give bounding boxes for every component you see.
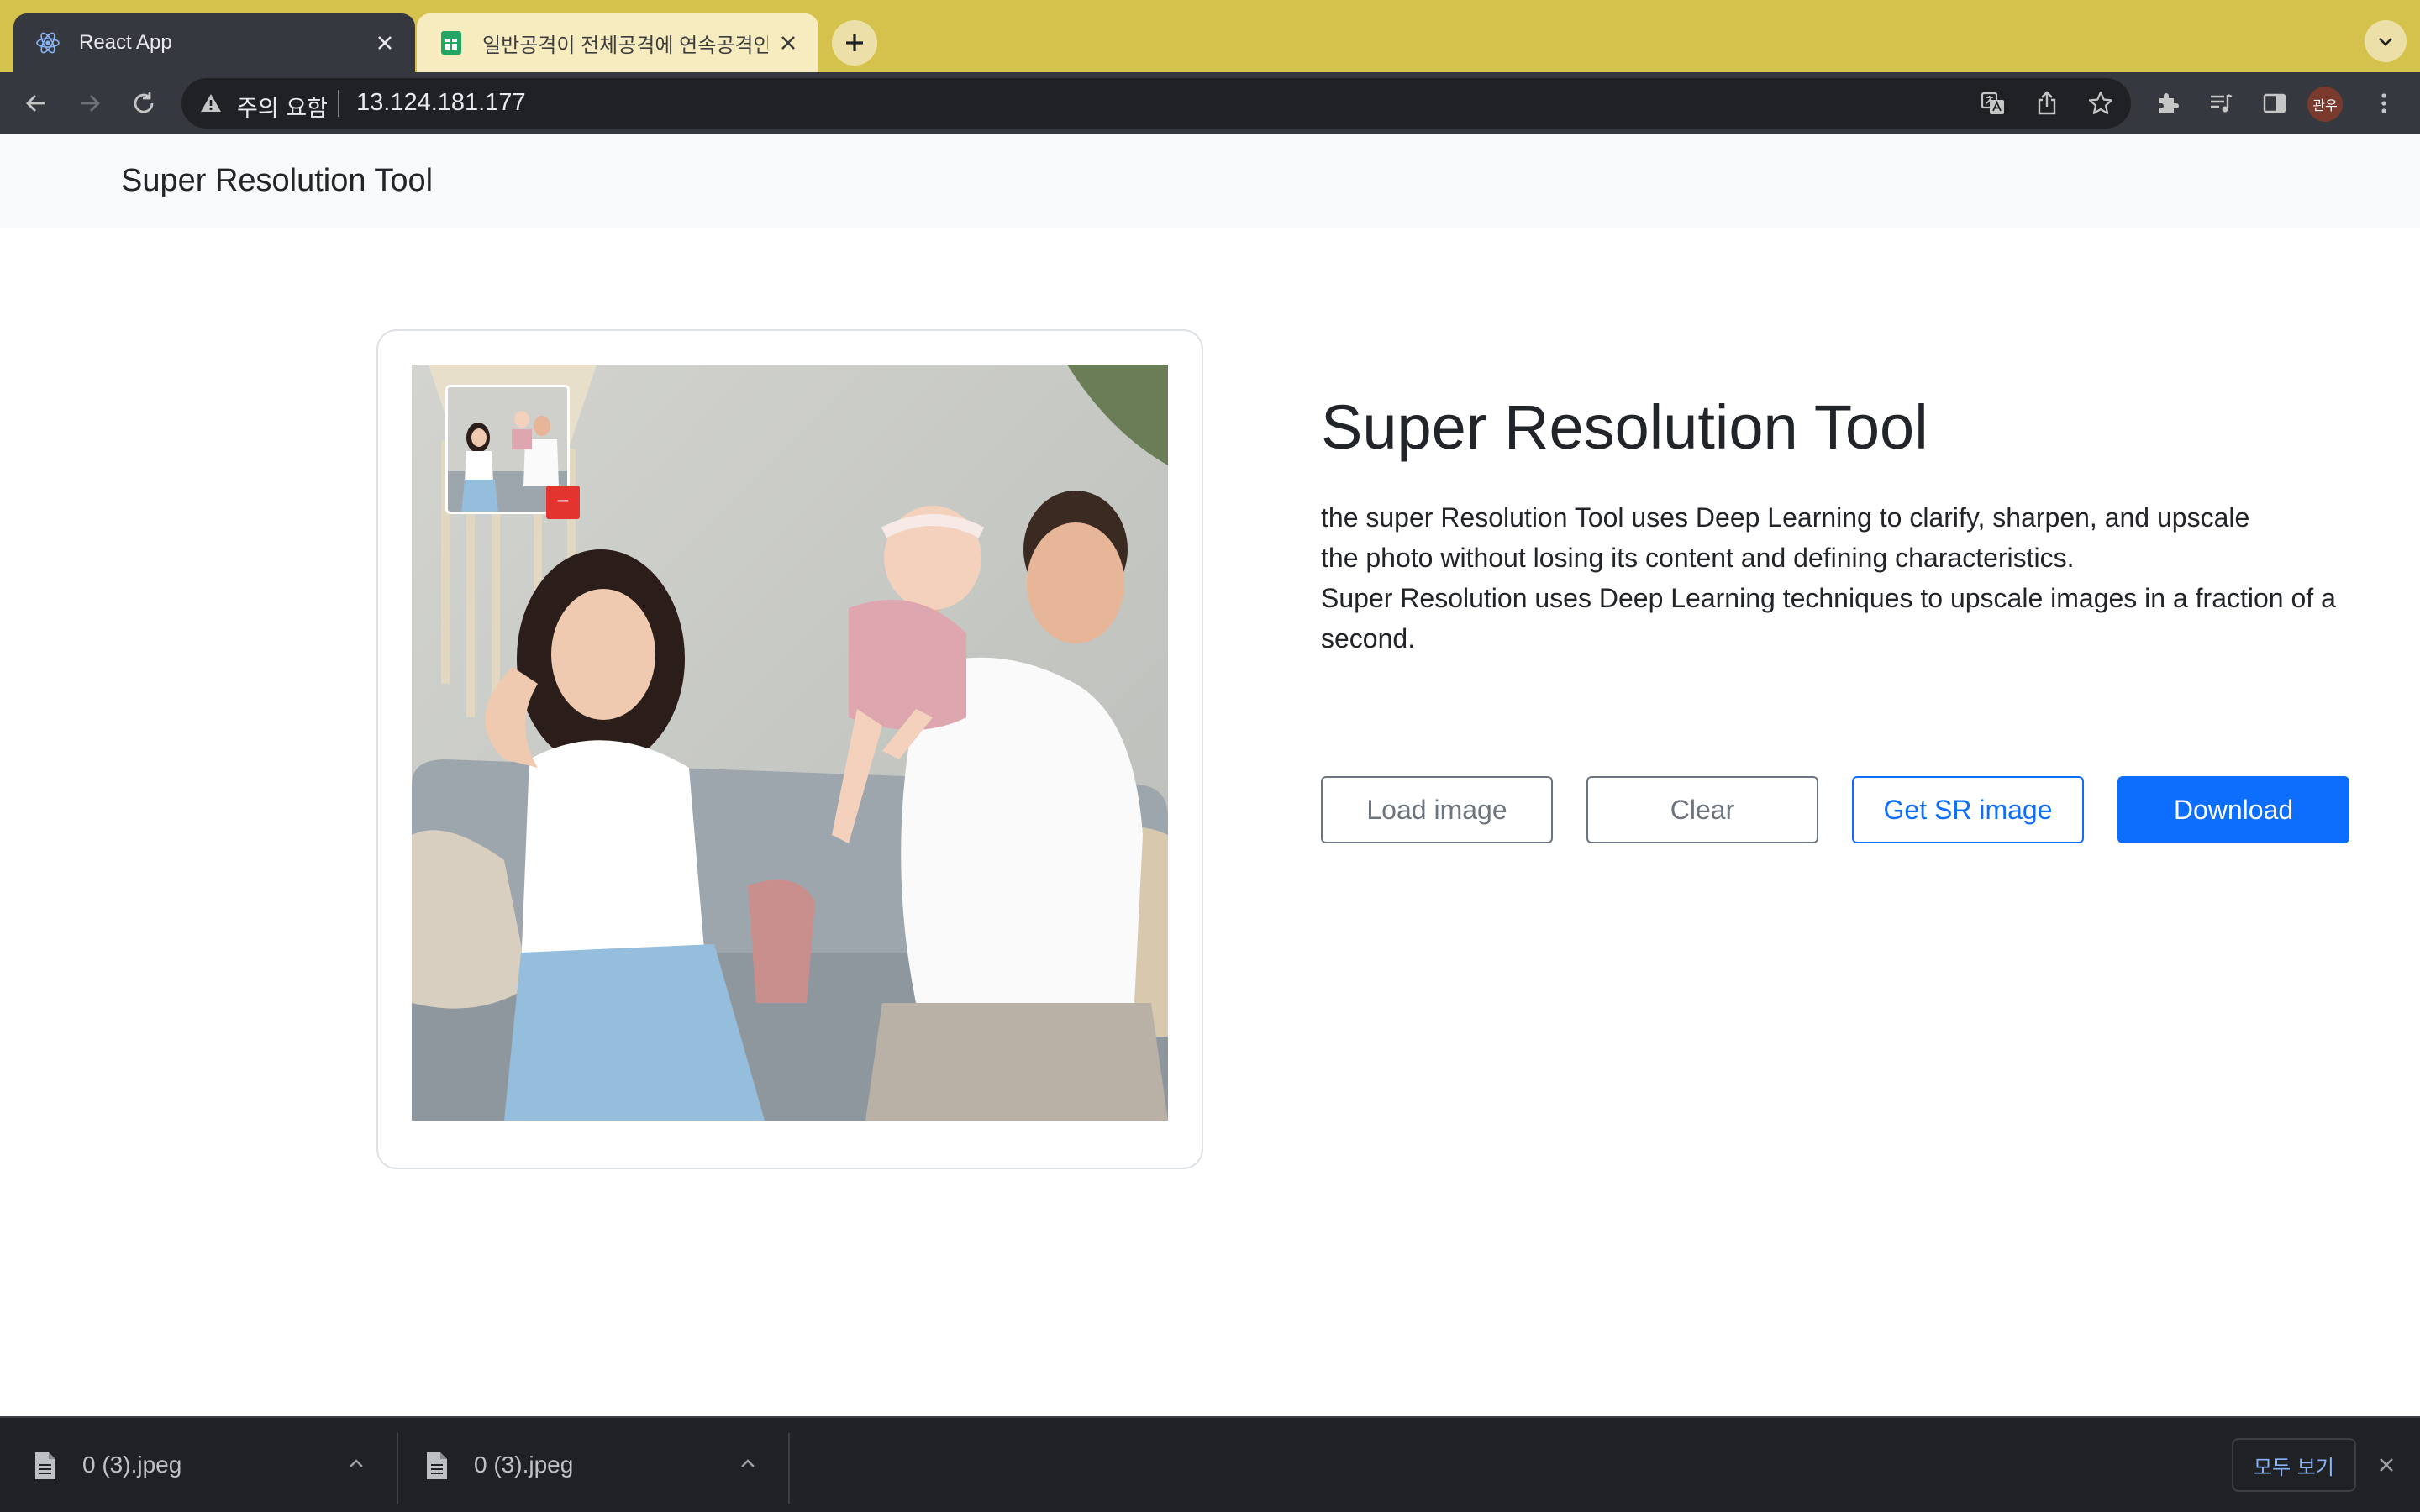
tab-spreadsheet[interactable]: 일반공격이 전체공격에 연속공격인 인: [417, 13, 818, 72]
download-filename: 0 (3).jpeg: [474, 1452, 574, 1478]
kebab-menu-icon: [2381, 93, 2386, 113]
reload-button[interactable]: [123, 82, 165, 124]
share-icon[interactable]: [2032, 88, 2062, 118]
remove-thumbnail-button[interactable]: −: [546, 486, 580, 519]
music-queue-icon: [2211, 93, 2233, 113]
preview-photo: −: [412, 365, 1168, 1121]
image-preview-card: −: [376, 329, 1203, 1169]
browser-menu-button[interactable]: [2363, 82, 2405, 124]
chevron-up-icon[interactable]: [734, 1450, 761, 1477]
tab-title: React App: [79, 31, 172, 54]
tab-search-button[interactable]: [2365, 20, 2407, 62]
side-panel-button[interactable]: [2254, 82, 2296, 124]
new-tab-button[interactable]: [832, 20, 877, 66]
tool-description: the super Resolution Tool uses Deep Lear…: [1321, 497, 2363, 659]
page-title: Super Resolution Tool: [1321, 392, 1928, 462]
browser-tab-strip: React App 일반공격이 전체공격에 연속공격인 인: [0, 0, 2420, 72]
app-navbar: Super Resolution Tool: [0, 134, 2420, 228]
close-icon[interactable]: [371, 29, 398, 56]
side-panel-icon: [2263, 93, 2286, 113]
warning-icon[interactable]: [198, 91, 224, 116]
divider: [788, 1433, 790, 1504]
divider: [338, 90, 339, 117]
browser-toolbar: 주의 요함 13.124.181.177 관우: [0, 72, 2420, 134]
file-icon: [427, 1452, 447, 1479]
clear-button[interactable]: Clear: [1586, 776, 1818, 843]
download-shelf: 0 (3).jpeg 0 (3).jpeg 모두 보기: [0, 1416, 2420, 1512]
tab-react-app[interactable]: React App: [13, 13, 415, 72]
description-line: Super Resolution uses Deep Learning tech…: [1321, 583, 2336, 654]
download-filename: 0 (3).jpeg: [82, 1452, 182, 1478]
react-logo-icon: [35, 30, 60, 55]
address-bar[interactable]: 주의 요함 13.124.181.177: [182, 78, 2131, 129]
translate-icon[interactable]: [1978, 88, 2008, 118]
sheets-icon: [439, 30, 464, 55]
description-line: the super Resolution Tool uses Deep Lear…: [1321, 502, 2250, 533]
security-warning-label[interactable]: 주의 요함: [237, 90, 328, 123]
show-all-downloads-button[interactable]: 모두 보기: [2232, 1438, 2356, 1492]
navbar-brand[interactable]: Super Resolution Tool: [121, 163, 433, 199]
arrow-left-icon: [26, 95, 45, 112]
bookmark-star-icon[interactable]: [2086, 88, 2116, 118]
chevron-down-icon: [2379, 38, 2392, 46]
load-image-button[interactable]: Load image: [1321, 776, 1553, 843]
media-controls-button[interactable]: [2200, 82, 2242, 124]
profile-avatar[interactable]: 관우: [2307, 87, 2343, 122]
file-icon: [35, 1452, 55, 1479]
reload-icon: [134, 92, 154, 113]
forward-button[interactable]: [69, 82, 111, 124]
get-sr-image-button[interactable]: Get SR image: [1852, 776, 2084, 843]
plus-icon: [846, 34, 863, 51]
download-button[interactable]: Download: [2118, 776, 2349, 843]
close-icon[interactable]: [775, 29, 802, 56]
arrow-right-icon: [81, 95, 100, 112]
download-item[interactable]: 0 (3).jpeg: [392, 1418, 783, 1512]
description-line: the photo without losing its content and…: [1321, 543, 2075, 573]
url-text[interactable]: 13.124.181.177: [356, 89, 526, 117]
chevron-up-icon[interactable]: [343, 1450, 370, 1477]
close-icon[interactable]: [2371, 1450, 2402, 1480]
tab-title: 일반공격이 전체공격에 연속공격인 인: [482, 34, 768, 57]
back-button[interactable]: [15, 82, 57, 124]
puzzle-icon: [2159, 93, 2179, 113]
download-item[interactable]: 0 (3).jpeg: [0, 1418, 392, 1512]
extensions-button[interactable]: [2146, 82, 2188, 124]
